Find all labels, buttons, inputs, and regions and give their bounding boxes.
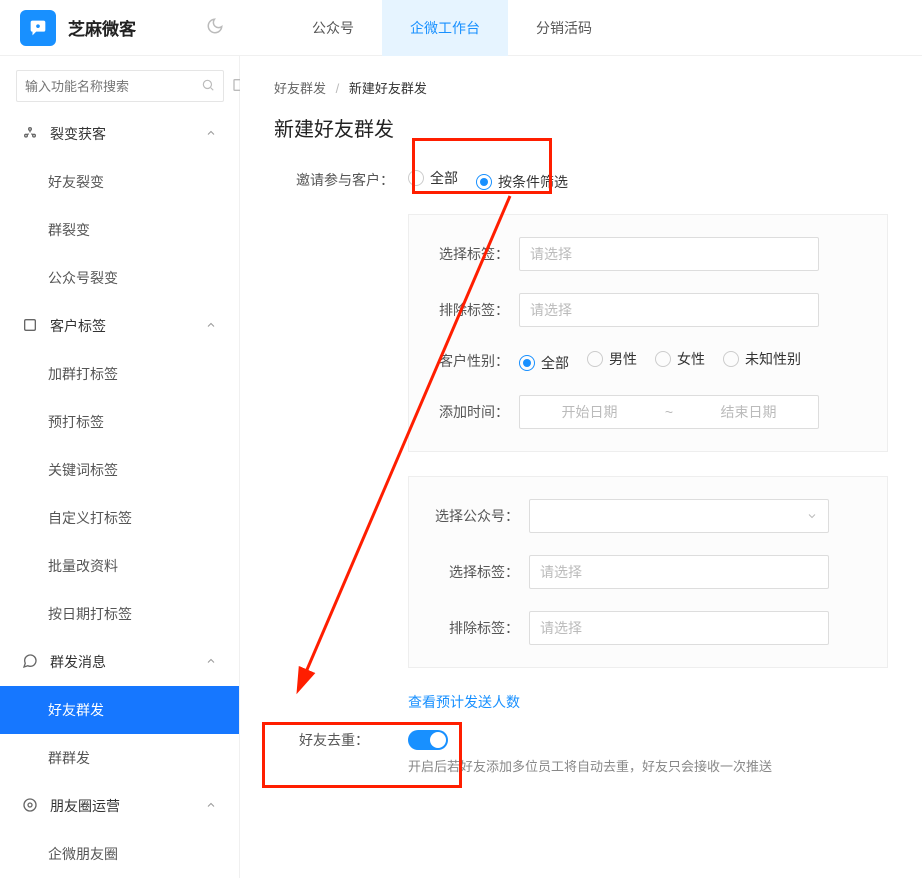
menu-group-label: 裂变获客 <box>50 124 106 144</box>
app-logo <box>20 10 56 46</box>
menu-item[interactable]: 公众号裂变 <box>0 254 239 302</box>
dedupe-switch[interactable] <box>408 730 448 750</box>
fission-icon <box>22 125 38 144</box>
exclude-tag-label-2: 排除标签： <box>429 618 519 638</box>
select-tag-label: 选择标签： <box>429 244 509 264</box>
menu-item[interactable]: 自定义打标签 <box>0 494 239 542</box>
preview-count-link[interactable]: 查看预计发送人数 <box>408 692 520 712</box>
addtime-label: 添加时间： <box>429 402 509 422</box>
select-tag-label-2: 选择标签： <box>429 562 519 582</box>
exclude-tag-input[interactable]: 请选择 <box>519 293 819 327</box>
menu-group[interactable]: 客户标签 <box>0 302 239 350</box>
theme-toggle[interactable] <box>206 17 224 38</box>
start-date[interactable]: 开始日期 <box>520 402 659 422</box>
moments-icon <box>22 797 38 816</box>
menu-item[interactable]: 加群打标签 <box>0 350 239 398</box>
sidebar: 裂变获客好友裂变群裂变公众号裂变客户标签加群打标签预打标签关键词标签自定义打标签… <box>0 56 240 878</box>
invite-label: 邀请参与客户： <box>274 170 394 190</box>
radio-label: 女性 <box>677 349 705 369</box>
invite-row: 邀请参与客户： 全部 按条件筛选 <box>274 168 888 192</box>
dedupe-help: 开启后若好友添加多位员工将自动去重，好友只会接收一次推送 <box>408 756 888 775</box>
dedupe-label: 好友去重： <box>274 730 394 750</box>
chevron-up-icon <box>205 654 217 670</box>
end-date[interactable]: 结束日期 <box>679 402 818 422</box>
brand-name: 芝麻微客 <box>68 15 136 40</box>
menu-group-label: 群发消息 <box>50 652 106 672</box>
exclude-tag-input-2[interactable]: 请选择 <box>529 611 829 645</box>
menu-item[interactable]: 预打标签 <box>0 398 239 446</box>
menu-group[interactable]: 裂变获客 <box>0 110 239 158</box>
breadcrumb-leaf: 新建好友群发 <box>349 81 427 96</box>
menu-item[interactable]: 好友群发 <box>0 686 239 734</box>
radio-label: 男性 <box>609 349 637 369</box>
msg-icon <box>22 653 38 672</box>
menu-item[interactable]: 批量改资料 <box>0 542 239 590</box>
chevron-up-icon <box>205 798 217 814</box>
menu-item[interactable]: 按日期打标签 <box>0 590 239 638</box>
account-label: 选择公众号： <box>429 506 519 526</box>
invite-radio[interactable]: 按条件筛选 <box>476 172 568 192</box>
tag-icon <box>22 317 38 336</box>
date-range[interactable]: 开始日期 ~ 结束日期 <box>519 395 819 429</box>
top-nav-item[interactable]: 企微工作台 <box>382 0 508 56</box>
menu-item[interactable]: 群群发 <box>0 734 239 782</box>
top-nav-item[interactable]: 分销活码 <box>508 0 620 56</box>
breadcrumb-root[interactable]: 好友群发 <box>274 81 326 96</box>
menu-group[interactable]: 朋友圈运营 <box>0 782 239 830</box>
gender-radio[interactable]: 全部 <box>519 353 569 373</box>
search-input[interactable] <box>25 79 201 94</box>
chevron-up-icon <box>205 318 217 334</box>
exclude-tag-label: 排除标签： <box>429 300 509 320</box>
gender-radio[interactable]: 男性 <box>587 349 637 369</box>
menu-item[interactable]: 群裂变 <box>0 206 239 254</box>
filter-panel-2: 选择公众号： 选择标签： 请选择 排除标签： 请选择 <box>408 476 888 668</box>
gender-radio[interactable]: 未知性别 <box>723 349 801 369</box>
select-tag-input-2[interactable]: 请选择 <box>529 555 829 589</box>
top-nav: 公众号企微工作台分销活码 <box>284 0 620 56</box>
menu-group-label: 客户标签 <box>50 316 106 336</box>
menu-group-label: 朋友圈运营 <box>50 796 120 816</box>
radio-label: 全部 <box>541 353 569 373</box>
chevron-down-icon <box>806 510 818 522</box>
app-header: 芝麻微客 公众号企微工作台分销活码 <box>0 0 922 56</box>
filter-panel-1: 选择标签： 请选择 排除标签： 请选择 客户性别： 全部 男性 女性 未知性别 添加时… <box>408 214 888 452</box>
page-title: 新建好友群发 <box>274 113 888 142</box>
search-input-wrapper[interactable] <box>16 70 224 102</box>
gender-label: 客户性别： <box>429 351 509 371</box>
account-select[interactable] <box>529 499 829 533</box>
search-icon <box>201 78 215 95</box>
invite-radio[interactable]: 全部 <box>408 168 458 188</box>
main-content: 好友群发 / 新建好友群发 新建好友群发 邀请参与客户： 全部 按条件筛选 选择标… <box>240 56 922 878</box>
menu-item[interactable]: 关键词标签 <box>0 446 239 494</box>
top-nav-item[interactable]: 公众号 <box>284 0 382 56</box>
radio-label: 未知性别 <box>745 349 801 369</box>
menu-item[interactable]: 好友裂变 <box>0 158 239 206</box>
menu-group[interactable]: 群发消息 <box>0 638 239 686</box>
select-tag-input[interactable]: 请选择 <box>519 237 819 271</box>
radio-label: 全部 <box>430 168 458 188</box>
gender-radio[interactable]: 女性 <box>655 349 705 369</box>
menu-item[interactable]: 企微朋友圈 <box>0 830 239 878</box>
dedupe-row: 好友去重： <box>274 730 888 750</box>
chevron-up-icon <box>205 126 217 142</box>
radio-label: 按条件筛选 <box>498 172 568 192</box>
breadcrumb: 好友群发 / 新建好友群发 <box>274 78 888 97</box>
